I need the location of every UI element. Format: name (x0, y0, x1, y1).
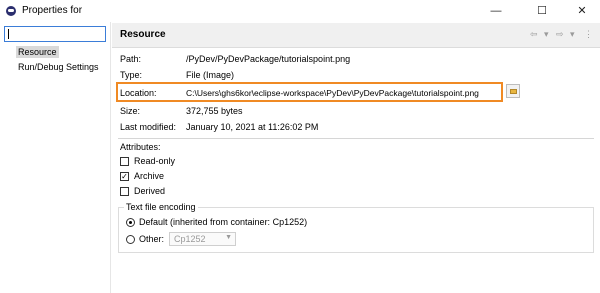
filter-input[interactable] (4, 26, 106, 42)
type-value: File (Image) (186, 70, 235, 80)
location-value: C:\Users\ghs6kor\eclipse-workspace\PyDev… (186, 88, 479, 98)
default-encoding-radio[interactable] (126, 218, 135, 227)
radio-selected-dot (129, 221, 132, 224)
view-menu-icon[interactable]: ⋮ (584, 29, 593, 40)
read-only-label: Read-only (134, 156, 176, 166)
separator (118, 138, 594, 139)
size-label: Size: (120, 106, 141, 116)
location-label: Location: (120, 88, 157, 98)
other-encoding-label[interactable]: Other: (139, 234, 164, 244)
chevron-down-icon[interactable]: ▾ (570, 29, 575, 40)
text-file-encoding-group (118, 207, 594, 253)
attributes-heading: Attributes: (120, 142, 161, 152)
forward-arrow-icon[interactable]: ⇨ (556, 29, 564, 40)
path-label: Path: (120, 54, 142, 64)
pane-divider[interactable] (110, 22, 111, 293)
nav-item-run-debug-settings[interactable]: Run/Debug Settings (16, 61, 101, 73)
chevron-down-icon: ▼ (225, 234, 232, 241)
derived-checkbox[interactable] (120, 187, 129, 196)
last-modified-label: Last modified: (120, 122, 177, 132)
archive-checkbox[interactable]: ✓ (120, 172, 129, 181)
last-modified-value: January 10, 2021 at 11:26:02 PM (186, 122, 319, 132)
text-caret (8, 29, 9, 39)
other-encoding-radio[interactable] (126, 235, 135, 244)
maximize-button[interactable]: ☐ (528, 3, 556, 19)
derived-label: Derived (134, 186, 166, 196)
minimize-button[interactable]: — (482, 3, 510, 19)
eclipse-app-icon (6, 6, 16, 16)
folder-icon (510, 89, 517, 94)
window-title: Properties for (22, 5, 83, 16)
page-title: Resource (120, 29, 166, 40)
title-bar: Properties for — ☐ ✕ (0, 0, 600, 22)
encoding-select[interactable]: Cp1252 ▼ (169, 232, 236, 246)
read-only-checkbox[interactable] (120, 157, 129, 166)
page-header: Resource ⇦ ▾ ⇨ ▾ ⋮ (112, 23, 600, 48)
back-arrow-icon[interactable]: ⇦ (530, 29, 538, 40)
size-value: 372,755 bytes (186, 106, 243, 116)
archive-label: Archive (134, 171, 165, 181)
chevron-down-icon[interactable]: ▾ (544, 29, 549, 40)
path-value: /PyDev/PyDevPackage/tutorialspoint.png (186, 54, 351, 64)
close-button[interactable]: ✕ (568, 3, 596, 19)
show-in-explorer-button[interactable] (506, 84, 520, 98)
default-encoding-label[interactable]: Default (inherited from container: Cp125… (139, 217, 307, 227)
text-file-encoding-heading: Text file encoding (124, 202, 198, 212)
nav-item-resource[interactable]: Resource (16, 46, 59, 58)
type-label: Type: (120, 70, 143, 80)
encoding-select-value: Cp1252 (174, 234, 206, 244)
